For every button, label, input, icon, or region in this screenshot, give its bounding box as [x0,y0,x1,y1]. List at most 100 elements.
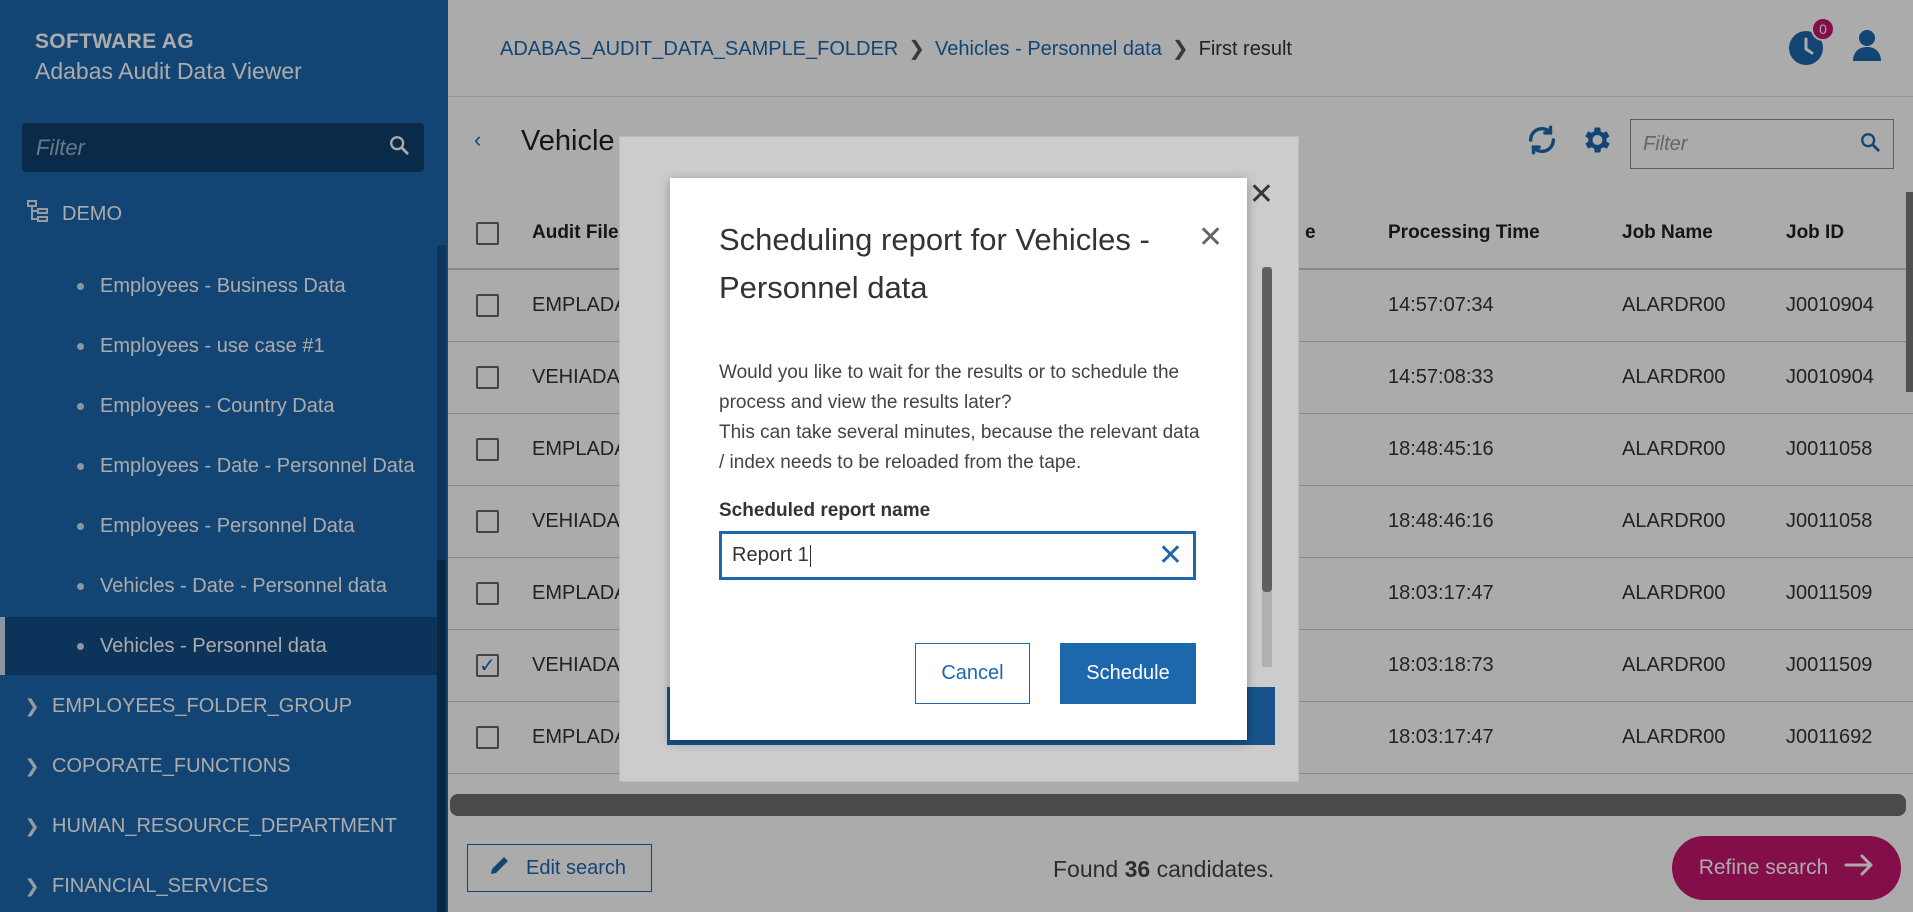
top-icons: 0 [1789,17,1883,68]
found-prefix: Found [1053,856,1125,882]
folder-label: EMPLOYEES_FOLDER_GROUP [52,694,353,717]
clear-icon[interactable]: ✕ [1158,538,1183,573]
cell-job-name: ALARDR00 [1622,582,1726,604]
table-horizontal-scrollbar[interactable] [450,794,1906,816]
table-vertical-scrollbar[interactable] [1906,192,1913,392]
breadcrumb-link[interactable]: Vehicles - Personnel data [935,38,1162,60]
refresh-icon[interactable] [1525,123,1559,162]
col-job-name[interactable]: Job Name [1622,198,1713,268]
chevron-right-icon: ❯ [1171,37,1189,60]
folder-item[interactable]: ❯ EMPLOYEES_FOLDER_GROUP [0,677,437,735]
cell-processing-time: 14:57:08:33 [1388,366,1494,388]
cell-processing-time: 18:48:45:16 [1388,438,1494,460]
breadcrumb-link[interactable]: ADABAS_AUDIT_DATA_SAMPLE_FOLDER [500,38,898,60]
cell-job-name: ALARDR00 [1622,726,1726,748]
cell-job-id: J0011509 [1786,582,1873,604]
brand: SOFTWARE AG Adabas Audit Data Viewer [35,30,302,85]
folder-item[interactable]: ❯ HUMAN_RESOURCE_DEPARTMENT [0,797,437,855]
refine-search-label: Refine search [1698,856,1829,879]
modal-body-line: Would you like to wait for the results o… [719,362,1180,413]
tree-item-label: Employees - Business Data [100,274,346,297]
folder-label: COPORATE_FUNCTIONS [52,754,291,777]
product-name: Adabas Audit Data Viewer [35,58,302,84]
main-filter-input[interactable]: Filter [1630,119,1894,169]
folder-item[interactable]: ❯ FINANCIAL_SERVICES [0,857,437,912]
header-actions [1525,123,1613,162]
close-icon[interactable]: ✕ [1249,177,1274,212]
modal-title: Scheduling report for Vehicles - Personn… [719,222,1150,305]
row-checkbox[interactable] [476,438,499,461]
cell-audit-file: EMPLADA [532,294,628,316]
modal-body-line: This can take several minutes, because t… [719,422,1200,473]
notification-badge: 0 [1811,17,1835,41]
sidebar-filter-placeholder: Filter [36,134,85,160]
company-name: SOFTWARE AG [35,30,194,53]
cell-audit-file: EMPLADA [532,582,628,604]
cell-audit-file: VEHIADA [532,366,620,388]
sidebar: SOFTWARE AG Adabas Audit Data Viewer Fil… [0,0,448,912]
cell-audit-file: VEHIADA [532,654,620,676]
row-checkbox[interactable] [476,510,499,533]
chevron-right-icon: ❯ [908,37,926,60]
found-count: 36 [1124,856,1151,882]
search-icon[interactable] [1859,131,1881,158]
col-partial[interactable]: e [1305,198,1316,268]
found-suffix: candidates. [1150,856,1275,882]
search-icon[interactable] [388,134,410,161]
edit-search-button[interactable]: Edit search [467,844,652,892]
col-processing-time[interactable]: Processing Time [1388,198,1540,268]
pencil-icon [488,853,512,883]
cell-job-name: ALARDR00 [1622,510,1726,532]
cell-processing-time: 18:48:46:16 [1388,510,1494,532]
tree-item[interactable]: Employees - use case #1 [0,317,437,375]
tree-root-label: DEMO [62,202,122,225]
tree-item-label: Employees - Date - Personnel Data [100,454,415,477]
tree-root-demo[interactable]: DEMO [26,199,122,229]
background-dialog-scrollbar[interactable] [1262,267,1272,667]
main-filter-placeholder: Filter [1643,132,1688,155]
gear-icon[interactable] [1579,123,1613,162]
tree-item[interactable]: Employees - Business Data [0,257,437,315]
report-name-input[interactable]: Report 1 ✕ [719,531,1196,580]
sidebar-scrollbar-thumb[interactable] [437,560,446,912]
cell-processing-time: 18:03:18:73 [1388,654,1494,676]
row-checkbox[interactable] [476,366,499,389]
row-checkbox[interactable] [476,294,499,317]
breadcrumb: ADABAS_AUDIT_DATA_SAMPLE_FOLDER ❯ Vehicles… [500,36,1292,61]
folder-label: FINANCIAL_SERVICES [52,874,269,897]
report-name-label: Scheduled report name [719,500,931,521]
tree-item[interactable]: Employees - Country Data [0,377,437,435]
bullet-icon [77,402,84,410]
user-icon[interactable] [1851,28,1883,68]
tree-item[interactable]: Vehicles - Date - Personnel data [0,557,437,615]
tree-item-active[interactable]: Vehicles - Personnel data [0,617,437,675]
cancel-button[interactable]: Cancel [915,643,1030,704]
row-checkbox[interactable]: ✓ [476,654,499,677]
folder-item[interactable]: ❯ COPORATE_FUNCTIONS [0,737,437,795]
sidebar-filter-input[interactable]: Filter [22,123,424,172]
row-checkbox[interactable] [476,582,499,605]
bottom-bar: Edit search Found 36 candidates. Refine … [448,820,1913,912]
tree-item-label: Employees - Country Data [100,394,335,417]
page-title: Vehicle [521,125,615,157]
cell-job-id: J0011692 [1786,726,1873,748]
col-audit-file[interactable]: Audit File [532,198,619,268]
refine-search-button[interactable]: Refine search [1672,836,1901,900]
select-all-checkbox[interactable] [476,221,499,245]
chevron-right-icon: ❯ [24,875,40,896]
cell-job-name: ALARDR00 [1622,438,1726,460]
bullet-icon [77,522,84,530]
clock-icon[interactable]: 0 [1789,17,1835,65]
found-candidates-text: Found 36 candidates. [1053,856,1274,883]
schedule-button[interactable]: Schedule [1060,643,1196,704]
col-job-id[interactable]: Job ID [1786,198,1844,268]
tree-item[interactable]: Employees - Date - Personnel Data [0,437,437,495]
back-chevron-icon[interactable]: ‹ [474,127,481,153]
top-bar: ADABAS_AUDIT_DATA_SAMPLE_FOLDER ❯ Vehicles… [448,0,1913,97]
row-checkbox[interactable] [476,726,499,749]
edit-search-label: Edit search [526,856,627,879]
close-icon[interactable]: ✕ [1198,220,1223,255]
tree-item[interactable]: Employees - Personnel Data [0,497,437,555]
cell-job-id: J0011058 [1786,438,1873,460]
cell-job-id: J0011058 [1786,510,1873,532]
